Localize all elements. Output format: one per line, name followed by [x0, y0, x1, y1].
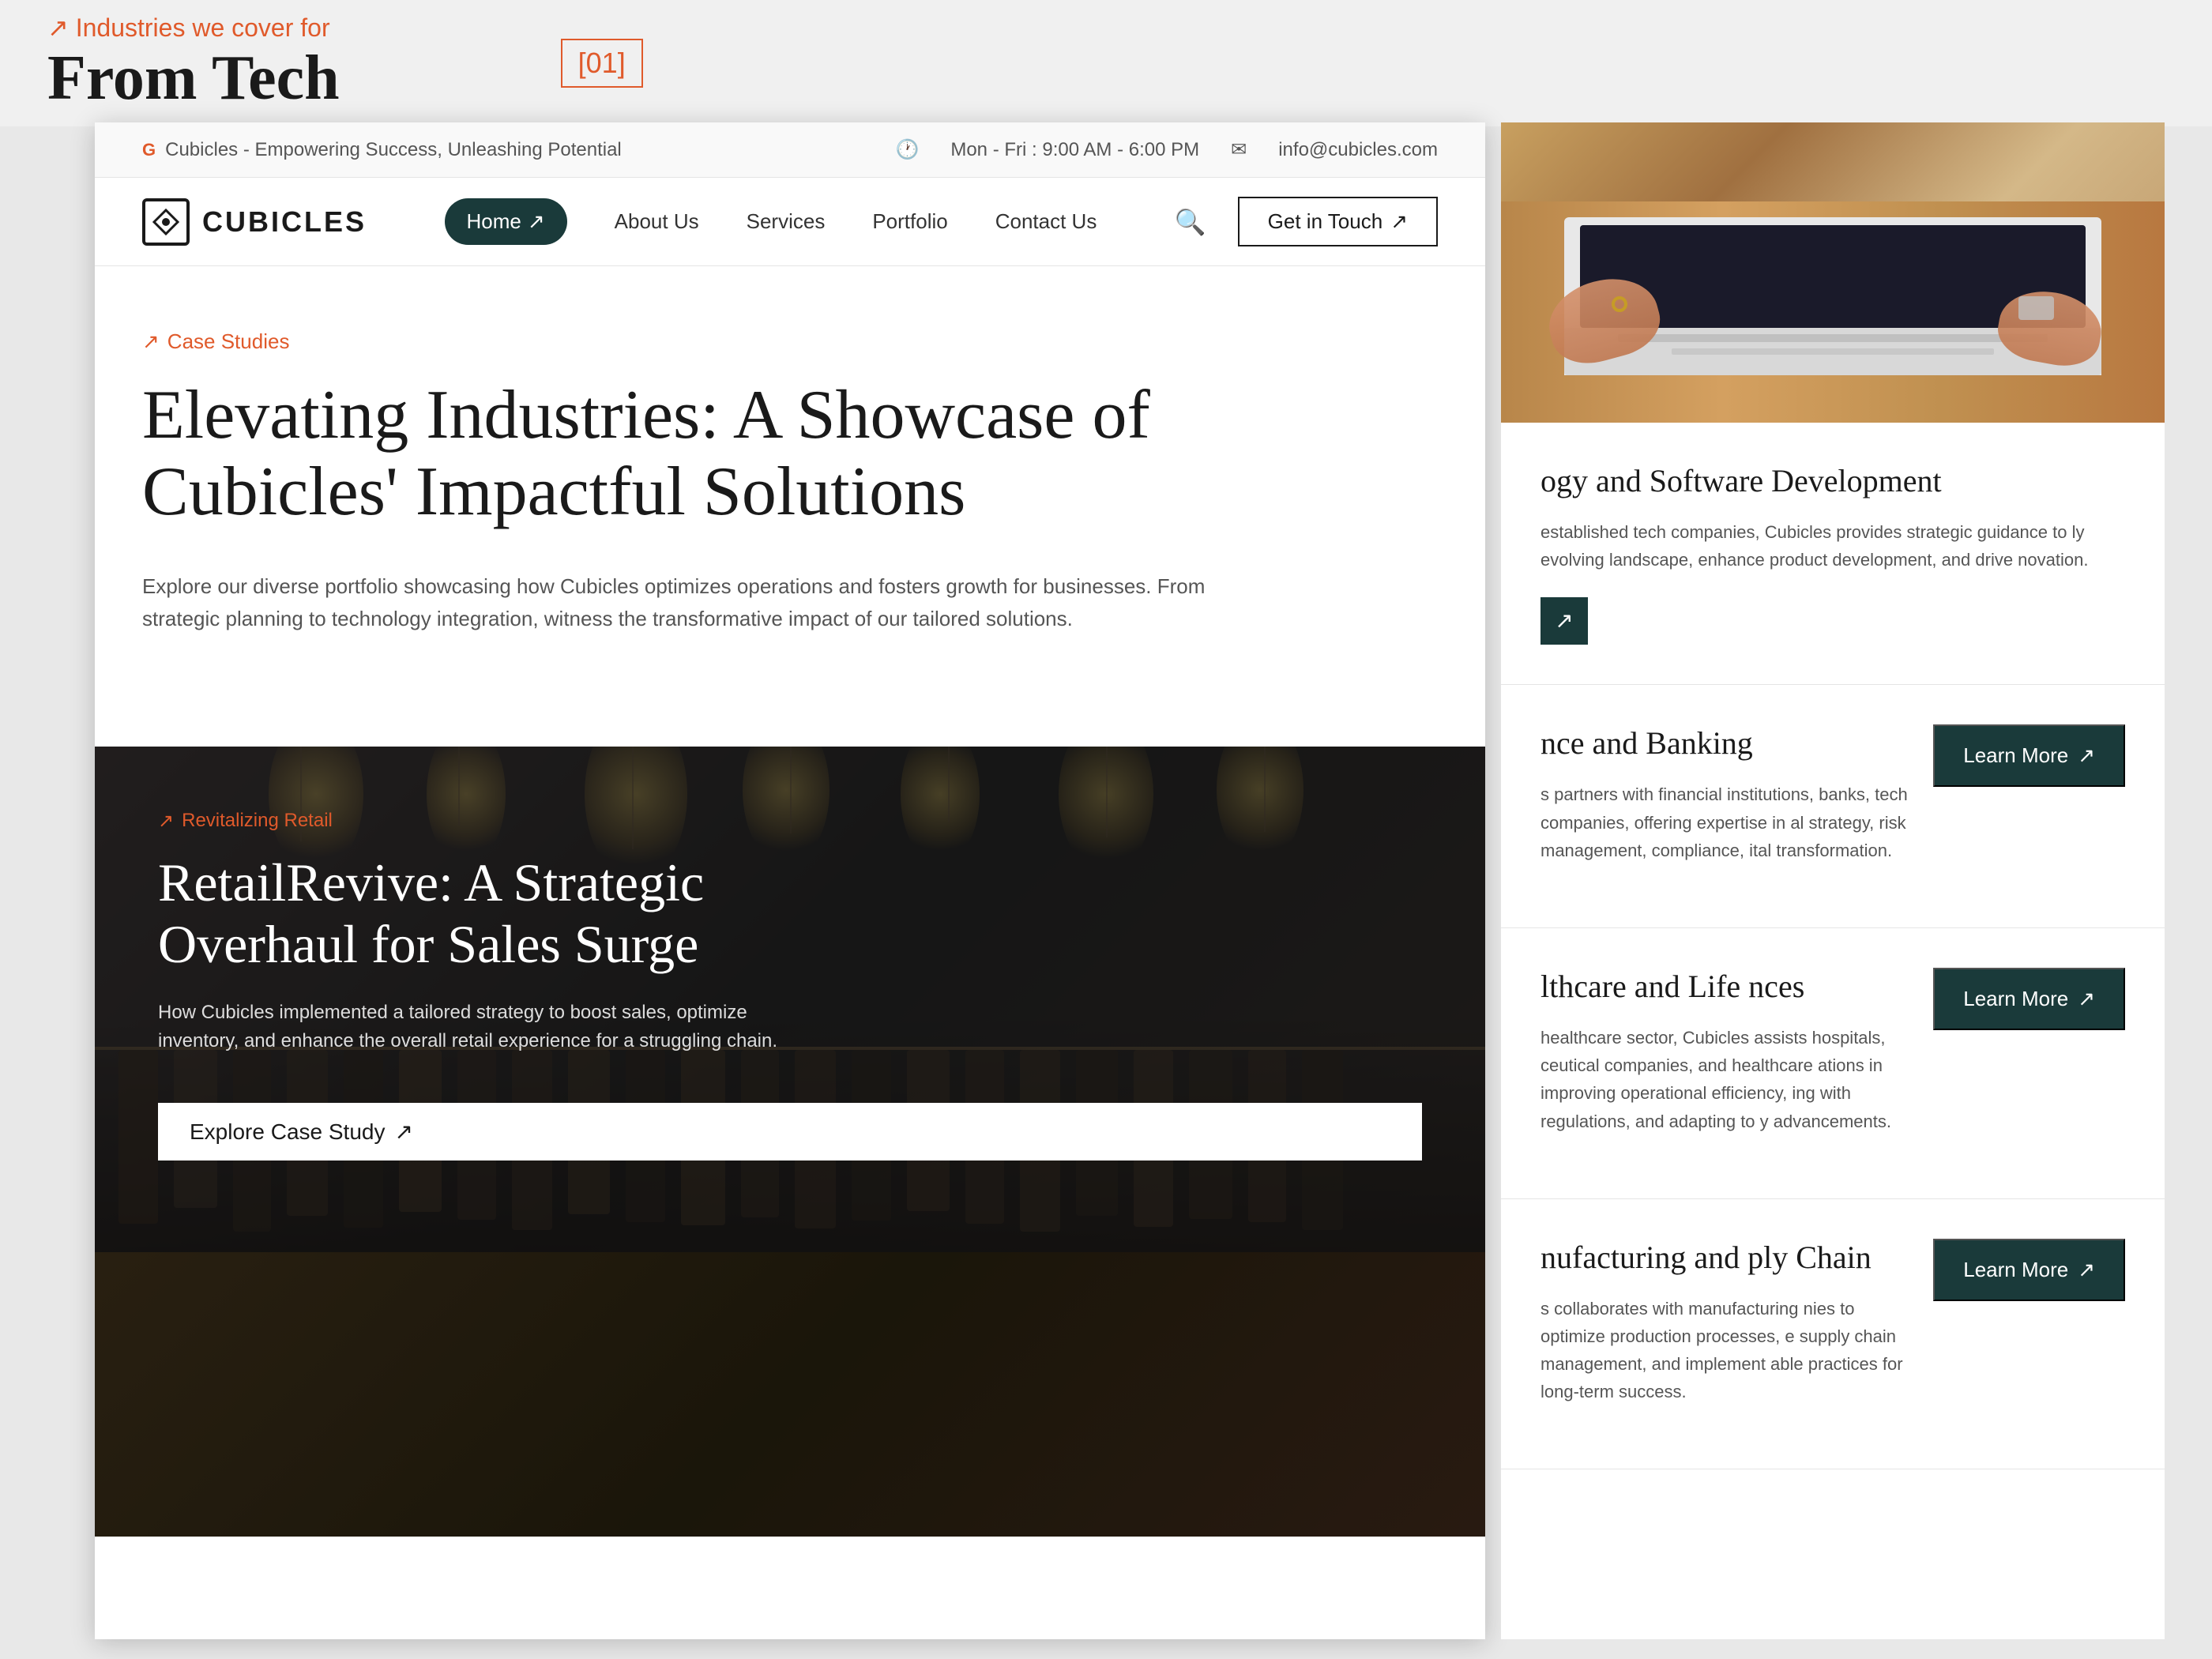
healthcare-section-title: lthcare and Life nces: [1540, 968, 1909, 1005]
case-tag-arrow: ↗: [142, 329, 160, 354]
explore-case-study-button[interactable]: Explore Case Study ↗: [158, 1103, 1422, 1161]
explore-arrow: ↗: [394, 1119, 412, 1145]
finance-text: nce and Banking s partners with financia…: [1540, 724, 1933, 888]
case-study-content: ↗ Revitalizing Retail RetailRevive: A St…: [95, 747, 1485, 1252]
get-in-touch-button[interactable]: Get in Touch ↗: [1238, 197, 1438, 246]
case-study-card: ↗ Revitalizing Retail RetailRevive: A St…: [95, 747, 1485, 1252]
clock-icon: 🕐: [895, 138, 919, 161]
hero-section: ↗ Case Studies Elevating Industries: A S…: [95, 266, 1485, 747]
navbar: CUBICLES Home ↗ About Us Services Portfo…: [95, 178, 1485, 266]
top-bar: G Cubicles - Empowering Success, Unleash…: [95, 122, 1485, 178]
nav-link-contact[interactable]: Contact Us: [995, 209, 1097, 234]
cubicles-logo-icon: [142, 198, 190, 246]
nav-links: Home ↗ About Us Services Portfolio Conta…: [445, 198, 1097, 245]
search-icon[interactable]: 🔍: [1175, 207, 1206, 237]
get-in-touch-arrow: ↗: [1390, 209, 1408, 234]
case-study-description: How Cubicles implemented a tailored stra…: [158, 999, 790, 1055]
top-bar-right: 🕐 Mon - Fri : 9:00 AM - 6:00 PM ✉ info@c…: [895, 138, 1438, 161]
hero-description: Explore our diverse portfolio showcasing…: [142, 570, 1248, 636]
healthcare-section: lthcare and Life nces healthcare sector,…: [1501, 928, 2165, 1199]
laptop-hands-image: [1501, 122, 2165, 423]
right-panel: ogy and Software Development established…: [1501, 122, 2165, 1639]
finance-learn-more-arrow: ↗: [2078, 743, 2095, 768]
industries-subtitle: ↗ Industries we cover for: [47, 13, 340, 43]
manufacturing-learn-more-arrow: ↗: [2078, 1258, 2095, 1282]
manufacturing-section: nufacturing and ply Chain s collaborates…: [1501, 1199, 2165, 1470]
industries-title: From Tech: [47, 43, 340, 115]
business-hours: Mon - Fri : 9:00 AM - 6:00 PM: [950, 139, 1199, 161]
case-studies-tag: ↗ Case Studies: [142, 329, 1438, 354]
manufacturing-learn-more-button[interactable]: Learn More ↗: [1933, 1239, 2125, 1301]
top-bar-left: G Cubicles - Empowering Success, Unleash…: [142, 139, 622, 161]
finance-section-title: nce and Banking: [1540, 724, 1909, 762]
website-container: G Cubicles - Empowering Success, Unleash…: [95, 122, 1485, 1639]
healthcare-learn-more-arrow: ↗: [2078, 987, 2095, 1011]
finance-learn-more-button[interactable]: Learn More ↗: [1933, 724, 2125, 787]
manufacturing-section-title: nufacturing and ply Chain: [1540, 1239, 1909, 1276]
case-study-title: RetailRevive: A Strategic Overhaul for S…: [158, 852, 869, 975]
home-nav-arrow: ↗: [528, 209, 545, 234]
manufacturing-section-desc: s collaborates with manufacturing nies t…: [1540, 1295, 1909, 1406]
industries-label: ↗ Industries we cover for From Tech: [47, 13, 340, 115]
finance-banking-section: nce and Banking s partners with financia…: [1501, 685, 2165, 928]
nav-link-about[interactable]: About Us: [615, 209, 699, 234]
counter-badge: [01]: [561, 39, 643, 88]
second-case-study-card: [95, 1252, 1485, 1537]
finance-section-desc: s partners with financial institutions, …: [1540, 781, 1909, 864]
tech-arrow-icon: ↗: [1555, 608, 1573, 634]
healthcare-learn-more-button[interactable]: Learn More ↗: [1933, 968, 2125, 1030]
tech-section-desc: established tech companies, Cubicles pro…: [1540, 518, 2125, 574]
favicon-icon: G: [142, 140, 156, 160]
revitalizing-arrow: ↗: [158, 810, 174, 833]
email-address: info@cubicles.com: [1278, 139, 1438, 161]
nav-link-home[interactable]: Home ↗: [445, 198, 567, 245]
top-banner: ↗ Industries we cover for From Tech [01]: [0, 0, 2212, 126]
hero-title: Elevating Industries: A Showcase of Cubi…: [142, 378, 1327, 531]
nav-right: 🔍 Get in Touch ↗: [1175, 197, 1438, 246]
logo-text: CUBICLES: [202, 205, 367, 239]
tech-section-arrow-btn[interactable]: ↗: [1540, 597, 1588, 645]
healthcare-section-desc: healthcare sector, Cubicles assists hosp…: [1540, 1024, 1909, 1135]
industry-image-top: [1501, 122, 2165, 423]
revitalizing-tag: ↗ Revitalizing Retail: [158, 810, 1422, 833]
nav-link-services[interactable]: Services: [747, 209, 826, 234]
healthcare-text: lthcare and Life nces healthcare sector,…: [1540, 968, 1933, 1159]
page-title-tab: Cubicles - Empowering Success, Unleashin…: [165, 139, 622, 161]
manufacturing-text: nufacturing and ply Chain s collaborates…: [1540, 1239, 1933, 1430]
email-icon: ✉: [1231, 138, 1247, 161]
tech-software-section: ogy and Software Development established…: [1501, 423, 2165, 685]
logo-area[interactable]: CUBICLES: [142, 198, 367, 246]
nav-link-portfolio[interactable]: Portfolio: [872, 209, 947, 234]
tech-section-title: ogy and Software Development: [1540, 462, 2125, 499]
